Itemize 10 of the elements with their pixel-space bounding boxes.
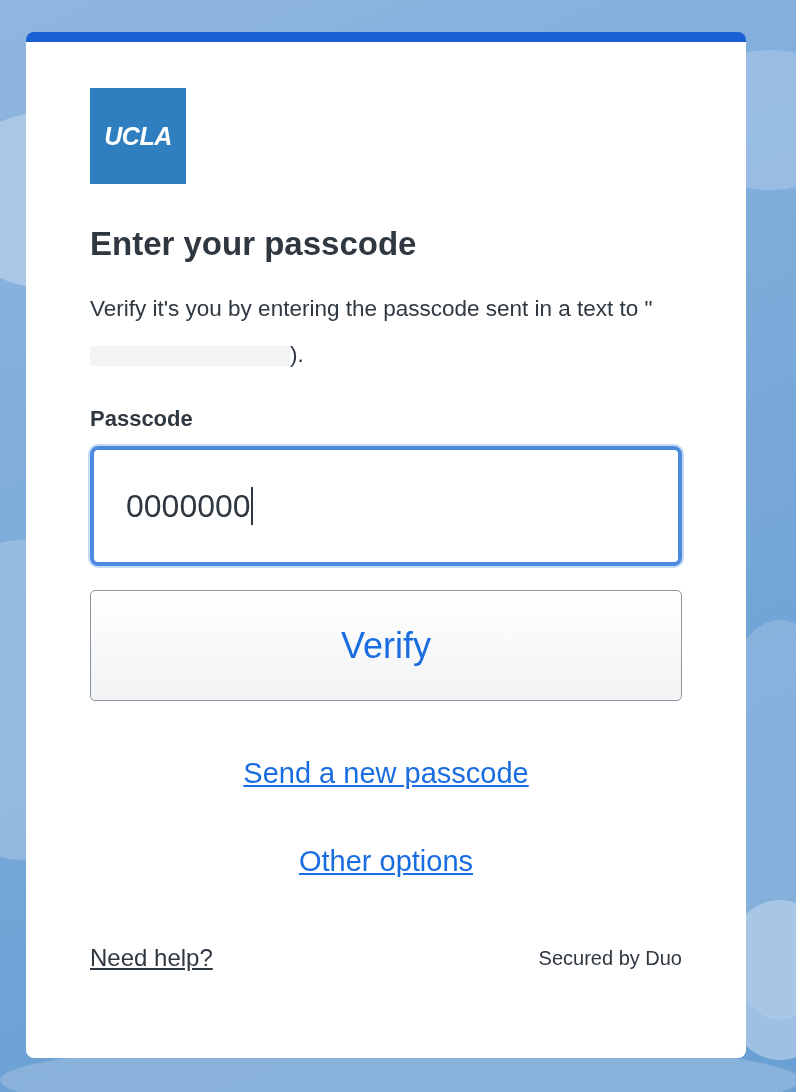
verify-button[interactable]: Verify	[90, 590, 682, 701]
page-title: Enter your passcode	[90, 224, 418, 264]
secured-by-text: Secured by Duo	[538, 946, 682, 970]
link[interactable]: Other options	[298, 845, 474, 878]
passcode-field[interactable]: 0000000	[90, 446, 682, 566]
help-link[interactable]: Need help?	[90, 944, 213, 972]
field-label: Passcode	[90, 406, 194, 432]
link[interactable]: Send a new passcode	[243, 757, 529, 790]
logo: UCLA	[90, 88, 186, 184]
description-text: Verify it's you by entering the passcode sent in a text to " ).	[90, 295, 654, 369]
